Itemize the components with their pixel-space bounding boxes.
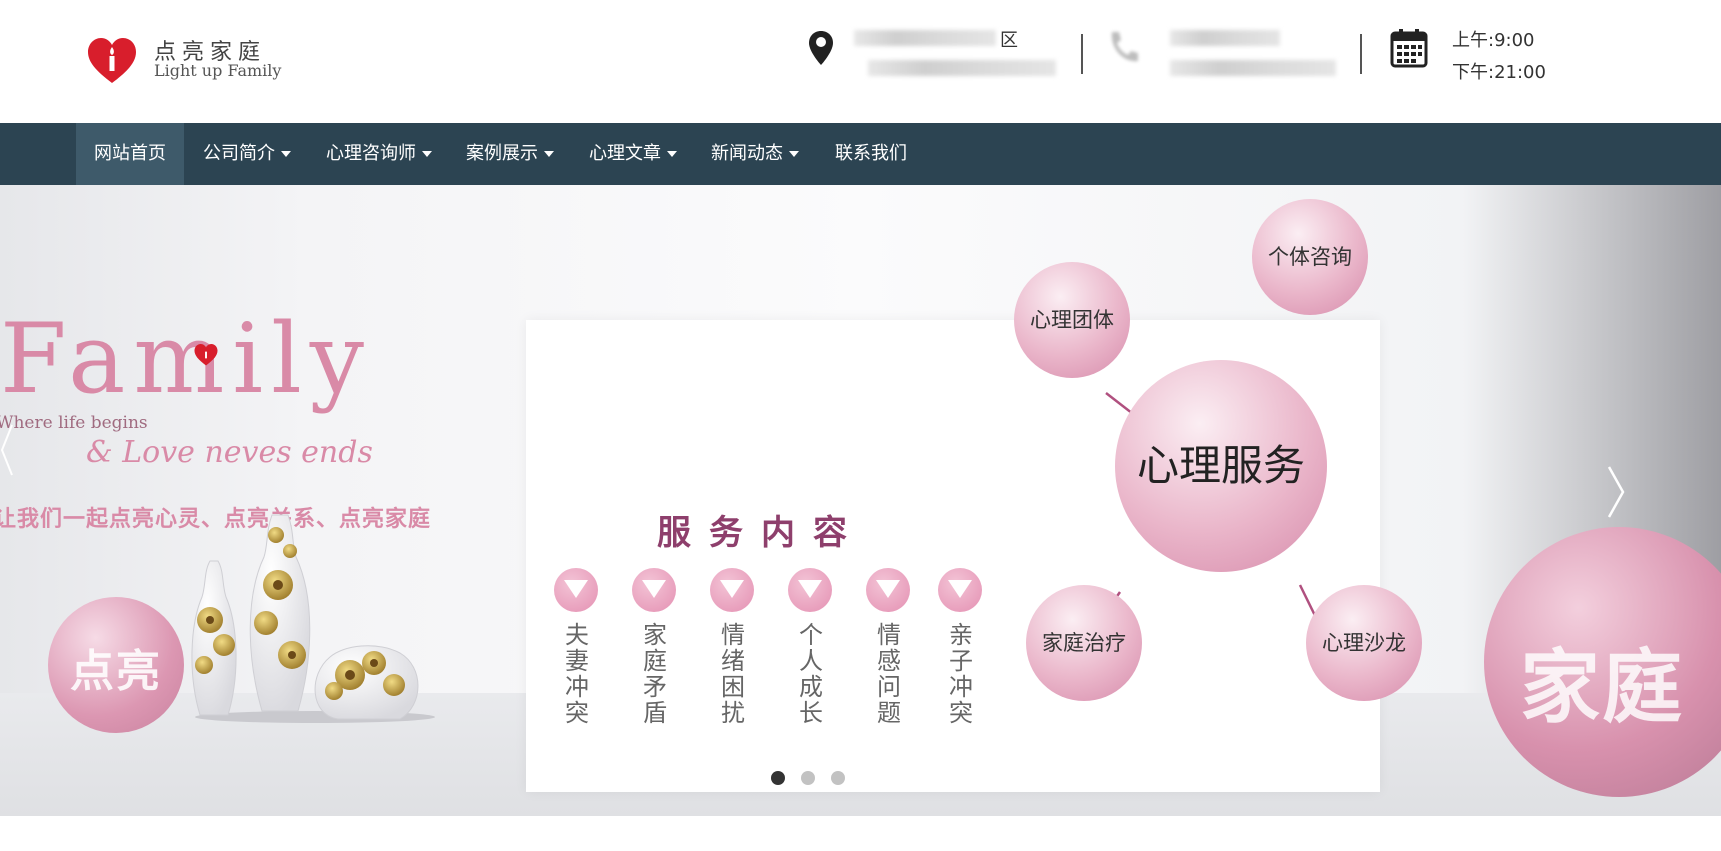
- phone-line-2-redacted: [1170, 60, 1336, 76]
- nav-item-about[interactable]: 公司简介: [185, 123, 309, 185]
- nav-item-label: 公司简介: [203, 143, 275, 164]
- service-slide-card: 服务内容 夫妻冲突 家庭矛盾 情绪困扰 个人成长 情感问题 亲子冲突 心理团体 …: [526, 199, 1422, 792]
- bubble-label: 心理沙龙: [1322, 631, 1406, 655]
- service-item: 家庭矛盾: [632, 568, 678, 726]
- header-divider: [1081, 34, 1083, 74]
- header-divider: [1360, 34, 1362, 74]
- hours-morning: 上午:9:00: [1452, 30, 1535, 51]
- bubble-family-therapy: 家庭治疗: [1026, 585, 1142, 701]
- service-label: 亲子冲突: [949, 621, 973, 727]
- nav-item-label: 网站首页: [94, 143, 166, 164]
- bubble-psych-salon: 心理沙龙: [1306, 585, 1422, 701]
- nav-item-label: 案例展示: [466, 143, 538, 164]
- triangle-down-icon: [866, 568, 910, 612]
- nav-item-news[interactable]: 新闻动态: [693, 123, 817, 185]
- service-item: 亲子冲突: [938, 568, 984, 726]
- nav-item-contact[interactable]: 联系我们: [817, 123, 925, 185]
- site-logo[interactable]: 点亮家庭 Light up Family: [86, 34, 286, 90]
- phone-line-redacted: [1170, 30, 1280, 46]
- brand-name-en: Light up Family: [154, 61, 282, 80]
- caret-down-icon: [667, 151, 677, 157]
- service-item: 情感问题: [866, 568, 912, 726]
- hero-carousel: Family Where life begins & Love neves en…: [0, 185, 1721, 816]
- calendar-icon: [1390, 29, 1428, 68]
- nav-item-counselors[interactable]: 心理咨询师: [308, 123, 450, 185]
- family-tagline: Where life begins: [0, 413, 148, 433]
- main-nav: 网站首页 公司简介 心理咨询师 案例展示 心理文章 新闻动态 联系我们: [0, 123, 1721, 185]
- nav-item-label: 联系我们: [835, 143, 907, 164]
- carousel-dot-2[interactable]: [801, 771, 815, 785]
- triangle-down-icon: [938, 568, 982, 612]
- caret-down-icon: [422, 151, 432, 157]
- service-label: 家庭矛盾: [643, 621, 667, 727]
- address-line-2-redacted: [868, 60, 1056, 76]
- nav-item-articles[interactable]: 心理文章: [571, 123, 695, 185]
- triangle-down-icon: [710, 568, 754, 612]
- bubble-label: 心理服务: [1136, 441, 1305, 490]
- hours-evening: 下午:21:00: [1452, 62, 1546, 83]
- caret-down-icon: [544, 151, 554, 157]
- heart-candle-icon: [88, 38, 136, 83]
- bubble-label: 家庭治疗: [1042, 631, 1126, 655]
- address-info: 区: [808, 26, 1058, 88]
- carousel-dot-1[interactable]: [771, 771, 785, 785]
- service-label: 夫妻冲突: [565, 621, 589, 727]
- phone-icon: [1111, 32, 1138, 62]
- small-heart-icon: [194, 343, 218, 366]
- address-text: 区: [1000, 30, 1018, 51]
- nav-item-label: 心理咨询师: [326, 143, 416, 164]
- map-pin-icon: [809, 31, 833, 65]
- triangle-down-icon: [788, 568, 832, 612]
- page-below-banner: [0, 816, 1721, 851]
- nav-item-label: 心理文章: [589, 143, 661, 164]
- family-title: Family: [0, 303, 372, 415]
- nav-item-label: 新闻动态: [711, 143, 783, 164]
- sphere-text: 点亮: [70, 646, 162, 697]
- bubble-individual-counseling: 个体咨询: [1252, 199, 1368, 315]
- family-love-script: & Love neves ends: [86, 435, 373, 470]
- address-line-redacted: [854, 30, 996, 46]
- hours-info: 上午:9:00 下午:21:00: [1390, 26, 1590, 88]
- phone-info: [1108, 26, 1348, 88]
- caret-down-icon: [789, 151, 799, 157]
- service-label: 情绪困扰: [721, 621, 745, 727]
- service-label: 情感问题: [877, 621, 901, 727]
- service-item: 夫妻冲突: [554, 568, 600, 726]
- light-up-sphere: 点亮: [48, 597, 184, 733]
- nav-item-home[interactable]: 网站首页: [76, 123, 184, 185]
- vases-illustration: [191, 514, 435, 723]
- nav-item-cases[interactable]: 案例展示: [448, 123, 572, 185]
- caret-down-icon: [281, 151, 291, 157]
- site-header: 点亮家庭 Light up Family 区 上午:9:00 下午:21:00: [0, 0, 1721, 123]
- bubble-label: 个体咨询: [1268, 245, 1352, 269]
- sphere-text: 家庭: [1520, 641, 1684, 734]
- service-item: 情绪困扰: [710, 568, 756, 726]
- carousel-dot-3[interactable]: [831, 771, 845, 785]
- bubble-group-counseling: 心理团体: [1014, 262, 1130, 378]
- carousel-next-arrow[interactable]: [1606, 465, 1626, 519]
- triangle-down-icon: [632, 568, 676, 612]
- triangle-down-icon: [554, 568, 598, 612]
- service-label: 个人成长: [799, 621, 823, 727]
- carousel-prev-arrow[interactable]: [0, 423, 14, 477]
- bubble-psych-services: 心理服务: [1115, 360, 1327, 572]
- services-title: 服务内容: [657, 513, 865, 553]
- bubble-label: 心理团体: [1030, 308, 1114, 332]
- service-item: 个人成长: [788, 568, 834, 726]
